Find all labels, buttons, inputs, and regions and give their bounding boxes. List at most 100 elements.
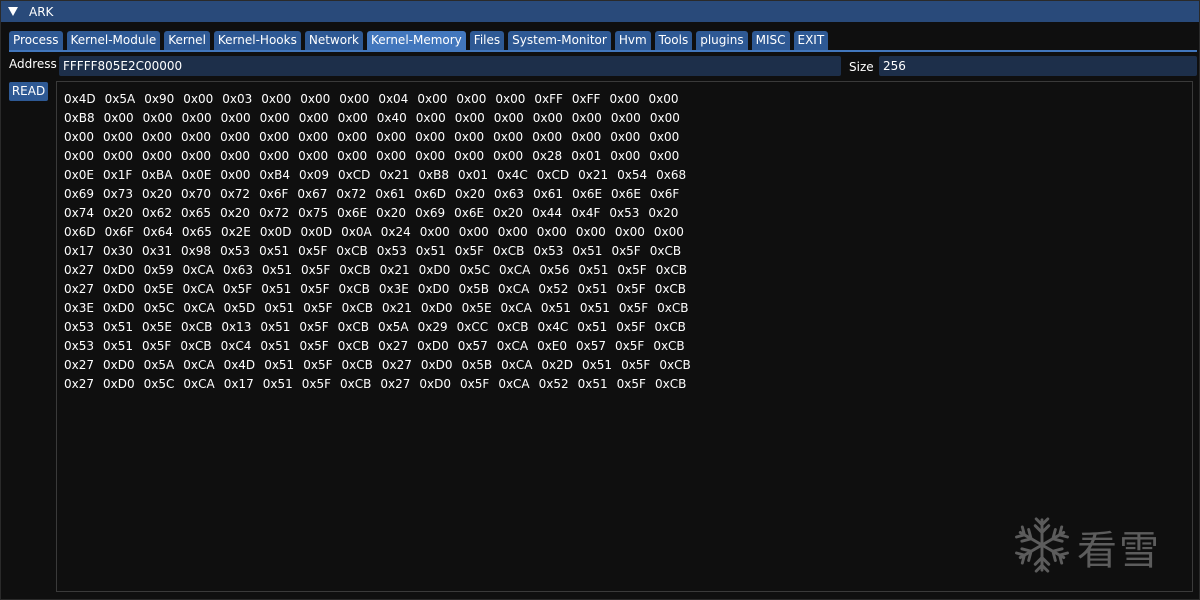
hex-byte: 0x00 (571, 111, 602, 125)
tab-kernel-hooks[interactable]: Kernel-Hooks (213, 31, 301, 50)
hex-byte: 0x51 (264, 358, 295, 372)
hex-byte: 0x00 (339, 92, 370, 106)
hex-byte: 0x00 (181, 130, 212, 144)
hex-row: 0x53 0x51 0x5F 0xCB 0xC4 0x51 0x5F 0xCB 0x27 0xD0… (64, 337, 700, 356)
tab-hvm[interactable]: Hvm (614, 31, 651, 50)
tab-system-monitor[interactable]: System-Monitor (508, 31, 611, 50)
tab-network[interactable]: Network (304, 31, 363, 50)
hex-byte: 0x74 (64, 206, 95, 220)
hex-byte: 0x61 (375, 187, 406, 201)
hex-byte: 0x00 (458, 225, 489, 239)
collapse-arrow-icon[interactable] (8, 7, 18, 17)
tab-exit[interactable]: EXIT (793, 31, 829, 50)
hex-byte: 0x5F (621, 358, 651, 372)
hex-row: 0x4D 0x5A 0x90 0x00 0x03 0x00 0x00 0x00 0x04 0x00… (64, 90, 700, 109)
tab-kernel-memory[interactable]: Kernel-Memory (366, 31, 466, 50)
hex-byte: 0x01 (458, 168, 489, 182)
hex-byte: 0x00 (142, 130, 173, 144)
hex-byte: 0x51 (579, 301, 610, 315)
hex-row: 0x27 0xD0 0x59 0xCA 0x63 0x51 0x5F 0xCB 0x21 0xD0… (64, 261, 700, 280)
hex-byte: 0x1F (102, 168, 133, 182)
hex-row: 0x27 0xD0 0x5A 0xCA 0x4D 0x51 0x5F 0xCB 0x27 0xD0… (64, 356, 700, 375)
hex-byte: 0xCD (536, 168, 570, 182)
size-input[interactable]: 256 (879, 56, 1197, 76)
hex-byte: 0x44 (532, 206, 563, 220)
hex-byte: 0x00 (454, 149, 485, 163)
hex-row: 0x6D 0x6F 0x64 0x65 0x2E 0x0D 0x0D 0x0A 0x24 0x00… (64, 223, 700, 242)
read-button[interactable]: READ (9, 82, 48, 101)
tab-kernel[interactable]: Kernel (164, 31, 210, 50)
hex-byte: 0x6E (611, 187, 641, 201)
hex-byte: 0x51 (103, 320, 134, 334)
hex-byte: 0x6E (572, 187, 603, 201)
title-bar: ARK (1, 1, 1199, 22)
hex-byte: 0x20 (103, 206, 134, 220)
hex-byte: 0x51 (577, 377, 608, 391)
hex-byte: 0x00 (532, 111, 563, 125)
hex-byte: 0x5F (617, 263, 647, 277)
tab-process[interactable]: Process (9, 31, 63, 50)
hex-byte: 0x00 (259, 149, 290, 163)
hex-byte: 0xCA (498, 377, 530, 391)
hex-byte: 0x51 (582, 358, 613, 372)
hex-byte: 0x20 (220, 206, 251, 220)
hex-byte: 0x00 (649, 130, 680, 144)
hex-byte: 0xCA (498, 282, 530, 296)
hex-byte: 0x17 (223, 377, 254, 391)
hex-byte: 0xCA (183, 358, 215, 372)
hex-byte: 0x00 (493, 111, 524, 125)
hex-byte: 0xD0 (417, 282, 450, 296)
hex-byte: 0x57 (576, 339, 607, 353)
hex-byte: 0x29 (417, 320, 448, 334)
hex-byte: 0x00 (415, 130, 446, 144)
hex-row: 0x74 0x20 0x62 0x65 0x20 0x72 0x75 0x6E 0x20 0x69… (64, 204, 700, 223)
hex-byte: 0x00 (261, 92, 292, 106)
hex-byte: 0x00 (376, 149, 407, 163)
hex-byte: 0x21 (578, 168, 609, 182)
hex-byte: 0x51 (415, 244, 446, 258)
tab-tools[interactable]: Tools (654, 31, 693, 50)
hex-byte: 0x13 (221, 320, 252, 334)
hex-byte: 0xCC (456, 320, 489, 334)
hex-byte: 0x00 (575, 225, 606, 239)
hex-byte: 0x31 (142, 244, 173, 258)
hex-byte: 0x30 (103, 244, 134, 258)
tab-kernel-module[interactable]: Kernel-Module (66, 31, 161, 50)
hex-byte: 0x5F (303, 301, 333, 315)
hex-byte: 0x59 (143, 263, 174, 277)
hex-byte: 0x54 (617, 168, 648, 182)
hex-byte: 0x5F (618, 301, 649, 315)
hex-byte: 0x20 (142, 187, 173, 201)
hex-byte: 0xCB (655, 263, 688, 277)
tab-plugins[interactable]: plugins (696, 31, 748, 50)
hex-byte: 0xD0 (417, 339, 449, 353)
hex-byte: 0x24 (380, 225, 411, 239)
hex-byte: 0x57 (457, 339, 488, 353)
hex-byte: 0x5F (303, 358, 333, 372)
tab-misc[interactable]: MISC (751, 31, 790, 50)
hex-row: 0x0E 0x1F 0xBA 0x0E 0x00 0xB4 0x09 0xCD 0x21 0xB8… (64, 166, 700, 185)
hex-byte: 0x00 (142, 149, 173, 163)
hex-byte: 0x6D (64, 225, 96, 239)
hex-byte: 0x52 (538, 282, 569, 296)
hex-byte: 0x5F (611, 244, 641, 258)
hex-byte: 0x62 (142, 206, 173, 220)
hex-byte: 0x21 (379, 168, 410, 182)
hex-byte: 0x53 (220, 244, 251, 258)
address-input[interactable]: FFFFF805E2C00000 (59, 56, 841, 76)
hex-byte: 0x5F (142, 339, 172, 353)
hex-byte: 0x00 (536, 225, 567, 239)
hex-byte: 0x00 (142, 111, 173, 125)
hex-byte: 0x03 (222, 92, 253, 106)
hex-byte: 0xFF (534, 92, 563, 106)
hex-row: 0x00 0x00 0x00 0x00 0x00 0x00 0x00 0x00 0x00 0x00… (64, 128, 700, 147)
hex-byte: 0x00 (259, 130, 290, 144)
hex-byte: 0x53 (64, 339, 95, 353)
hex-byte: 0x4D (223, 358, 256, 372)
hex-byte: 0x51 (260, 339, 291, 353)
hex-row: 0x69 0x73 0x20 0x70 0x72 0x6F 0x67 0x72 0x61 0x6D… (64, 185, 700, 204)
tab-files[interactable]: Files (469, 31, 505, 50)
hex-byte: 0x00 (609, 92, 640, 106)
hex-byte: 0x00 (648, 92, 679, 106)
hex-byte: 0xCB (340, 377, 372, 391)
